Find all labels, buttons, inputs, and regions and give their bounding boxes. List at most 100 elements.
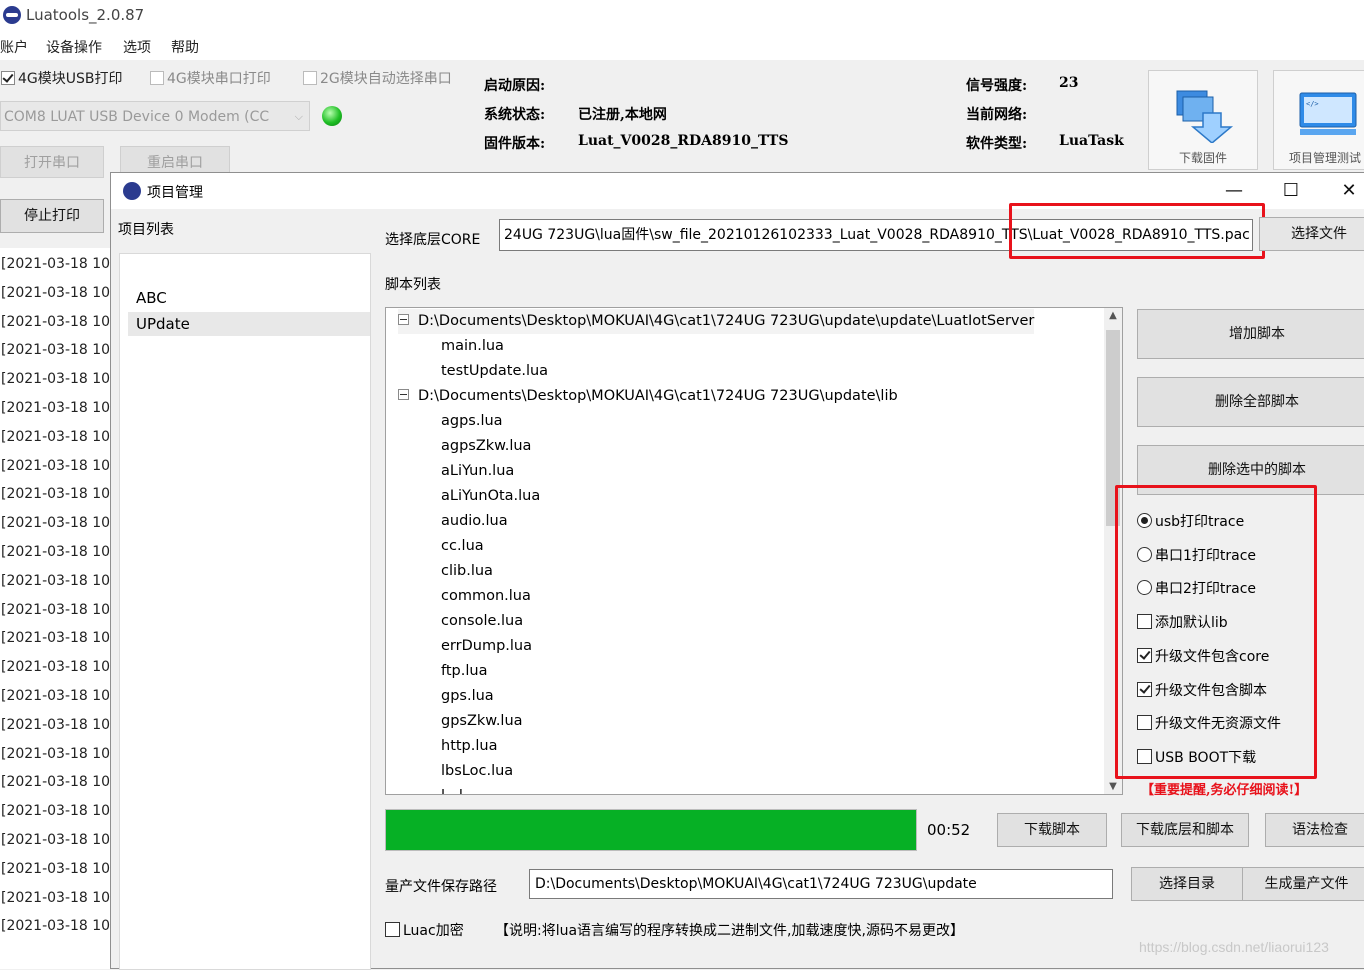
- tree-file-row[interactable]: common.lua: [441, 584, 531, 609]
- log-line: [2021-03-18 10: [1, 601, 111, 618]
- tree-row-label: gps.lua: [441, 688, 494, 704]
- log-line: [2021-03-18 10: [1, 342, 111, 359]
- tree-file-row[interactable]: http.lua: [441, 734, 497, 759]
- collapse-icon[interactable]: [398, 314, 409, 325]
- collapse-icon[interactable]: [398, 389, 409, 400]
- menu-help[interactable]: 帮助: [171, 37, 199, 57]
- log-line: [2021-03-18 10: [1, 832, 111, 848]
- svg-text:</>: </>: [1306, 100, 1319, 108]
- download-firmware-label: 下载固件: [1178, 151, 1227, 165]
- tree-file-row[interactable]: cc.lua: [441, 534, 484, 559]
- syntax-check-button[interactable]: 语法检查: [1265, 813, 1364, 847]
- log-line: [2021-03-18 10: [1, 544, 111, 560]
- log-line: [2021-03-18 10: [1, 918, 111, 935]
- port-select[interactable]: COM8 LUAT USB Device 0 Modem (CC ⌵: [0, 101, 310, 131]
- download-script-button[interactable]: 下载脚本: [997, 813, 1107, 847]
- tree-file-row[interactable]: ftp.lua: [441, 659, 487, 684]
- stop-print-button[interactable]: 停止打印: [0, 199, 104, 233]
- scroll-down-icon[interactable]: ▼: [1104, 781, 1122, 792]
- tree-file-row[interactable]: agps.lua: [441, 409, 503, 434]
- tree-file-row[interactable]: gpsZkw.lua: [441, 709, 523, 734]
- log-line: [2021-03-18 10: [1, 371, 111, 388]
- project-list-label: 项目列表: [118, 222, 174, 238]
- tree-row-label: clib.lua: [441, 563, 493, 579]
- log-line: [2021-03-18 10: [1, 284, 111, 301]
- tree-folder-row[interactable]: D:\Documents\Desktop\MOKUAI\4G\cat1\724U…: [398, 309, 1035, 334]
- log-line: [2021-03-18 10: [1, 745, 111, 762]
- open-port-button[interactable]: 打开串口: [0, 146, 104, 178]
- close-icon[interactable]: ✕: [1329, 177, 1364, 205]
- script-tree[interactable]: ▲ ▼ D:\Documents\Desktop\MOKUAI\4G\cat1\…: [385, 307, 1123, 795]
- luatools-logo-icon: [123, 182, 141, 200]
- tree-row-label: audio.lua: [441, 513, 508, 529]
- tree-file-row[interactable]: clib.lua: [441, 559, 493, 584]
- tree-row-label: main.lua: [441, 338, 504, 354]
- script-list-label: 脚本列表: [385, 277, 441, 293]
- log-line: [2021-03-18 10: [1, 860, 111, 877]
- luatools-logo-icon: [3, 6, 21, 24]
- log-line: [2021-03-18 10: [1, 803, 111, 820]
- log-line: [2021-03-18 10: [1, 659, 111, 676]
- tree-file-row[interactable]: lbsLoc.lua: [441, 759, 513, 784]
- select-directory-button[interactable]: 选择目录: [1131, 867, 1243, 901]
- tree-file-row[interactable]: l...l: [441, 784, 463, 794]
- tree-file-row[interactable]: console.lua: [441, 609, 523, 634]
- checkbox-icon: [385, 922, 400, 937]
- menu-account[interactable]: 账户: [0, 37, 28, 57]
- tree-row-label: aLiYun.lua: [441, 463, 515, 479]
- maximize-icon[interactable]: ☐: [1271, 177, 1311, 205]
- auto-serial-checkbox[interactable]: 2G模块自动选择串口: [303, 68, 452, 88]
- warning-text: 【重要提醒,务必仔细阅读!】: [1141, 783, 1308, 798]
- log-line: [2021-03-18 10: [1, 457, 111, 474]
- mass-path-field[interactable]: D:\Documents\Desktop\MOKUAI\4G\cat1\724U…: [529, 869, 1113, 899]
- tree-row-label: common.lua: [441, 588, 531, 604]
- tree-file-row[interactable]: testUpdate.lua: [441, 359, 548, 384]
- log-line: [2021-03-18 10: [1, 486, 111, 503]
- log-line: [2021-03-18 10: [1, 716, 111, 733]
- menu-device-ops[interactable]: 设备操作: [46, 37, 102, 57]
- tree-file-row[interactable]: aLiYun.lua: [441, 459, 514, 484]
- tree-row-label: D:\Documents\Desktop\MOKUAI\4G\cat1\724U…: [418, 313, 1035, 329]
- tree-folder-row[interactable]: D:\Documents\Desktop\MOKUAI\4G\cat1\724U…: [398, 384, 898, 409]
- log-line: [2021-03-18 10: [1, 313, 111, 330]
- tree-file-row[interactable]: aLiYunOta.lua: [441, 484, 540, 509]
- project-item-update[interactable]: UPdate: [128, 312, 370, 336]
- download-firmware-button[interactable]: 下载固件: [1148, 70, 1258, 170]
- monitor-code-icon: </>: [1299, 92, 1357, 135]
- log-panel[interactable]: [2021-03-18 10 [2021-03-18 10 [2021-03-18 …: [0, 248, 112, 969]
- tree-row-label: testUpdate.lua: [441, 363, 549, 379]
- add-script-button[interactable]: 增加脚本: [1137, 309, 1364, 359]
- usb-print-checkbox[interactable]: 4G模块USB打印: [1, 68, 123, 88]
- project-manage-button[interactable]: </> 项目管理测试: [1273, 70, 1364, 170]
- tree-file-row[interactable]: gps.lua: [441, 684, 494, 709]
- download-firmware-icon: [1176, 90, 1234, 143]
- project-list[interactable]: ABC UPdate: [119, 253, 371, 970]
- tree-row-label: aLiYunOta.lua: [441, 488, 541, 504]
- tree-file-row[interactable]: main.lua: [441, 334, 504, 359]
- delete-all-scripts-button[interactable]: 删除全部脚本: [1137, 377, 1364, 427]
- tree-file-row[interactable]: errDump.lua: [441, 634, 532, 659]
- tree-row-label: l...l: [441, 788, 463, 794]
- tree-file-row[interactable]: agpsZkw.lua: [441, 434, 531, 459]
- network-label: 当前网络:: [966, 107, 1028, 123]
- tree-row-label: gpsZkw.lua: [441, 713, 523, 729]
- mass-path-label: 量产文件保存路径: [385, 879, 497, 895]
- select-file-button[interactable]: 选择文件: [1259, 217, 1364, 251]
- download-core-and-script-button[interactable]: 下载底层和脚本: [1121, 813, 1249, 847]
- tree-row-label: lbsLoc.lua: [441, 763, 514, 779]
- minimize-icon[interactable]: —: [1214, 177, 1254, 205]
- progress-fill: [386, 810, 916, 850]
- generate-mass-file-button[interactable]: 生成量产文件: [1243, 867, 1364, 901]
- luac-encrypt-checkbox[interactable]: Luac加密: [385, 920, 464, 940]
- scroll-up-icon[interactable]: ▲: [1104, 310, 1122, 321]
- menu-options[interactable]: 选项: [123, 37, 151, 57]
- log-line: [2021-03-18 10: [1, 400, 111, 416]
- tree-file-row[interactable]: audio.lua: [441, 509, 508, 534]
- firmware-label: 固件版本:: [484, 136, 546, 152]
- project-item-abc[interactable]: ABC: [128, 286, 370, 310]
- serial-print-checkbox[interactable]: 4G模块串口打印: [150, 68, 271, 88]
- menu-bar: 账户 设备操作 选项 帮助: [0, 32, 1364, 60]
- tree-row-label: console.lua: [441, 613, 524, 629]
- checkbox-icon: [303, 71, 317, 85]
- log-line: [2021-03-18 10: [1, 774, 111, 791]
